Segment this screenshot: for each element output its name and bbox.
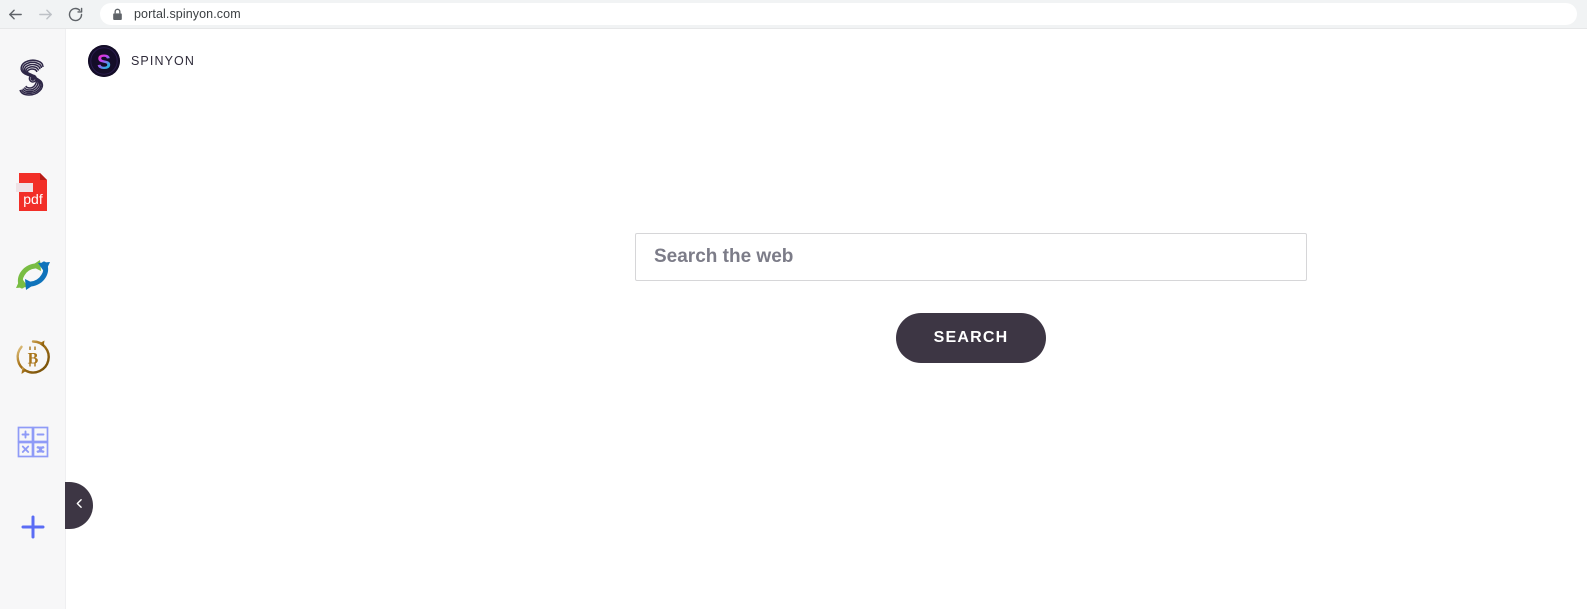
calculator-icon [17, 426, 49, 458]
sidebar-item-spinyon[interactable] [0, 51, 66, 107]
spinyon-s-badge-icon: S [88, 45, 120, 77]
brand-logo[interactable]: S SPINYON [88, 45, 195, 77]
reload-icon [67, 6, 84, 23]
sidebar: pdf B [0, 29, 93, 609]
svg-text:pdf: pdf [23, 191, 43, 207]
address-bar[interactable]: portal.spinyon.com [100, 3, 1577, 25]
spinyon-spiral-logo-icon [12, 56, 54, 102]
pdf-file-icon: pdf [16, 172, 50, 212]
chevron-left-icon [73, 497, 86, 515]
back-arrow-icon [7, 6, 24, 23]
plus-icon [20, 514, 46, 540]
sidebar-item-convert[interactable] [0, 247, 66, 303]
back-button[interactable] [0, 0, 30, 29]
reload-button[interactable] [60, 0, 90, 29]
sidebar-item-add[interactable] [0, 499, 66, 555]
svg-text:S: S [97, 51, 111, 74]
search-input[interactable] [635, 233, 1307, 281]
url-text: portal.spinyon.com [134, 7, 241, 21]
sidebar-item-bitcoin[interactable]: B [0, 329, 66, 385]
search-area: SEARCH [635, 233, 1307, 363]
brand-name: SPINYON [131, 54, 195, 68]
forward-arrow-icon [37, 6, 54, 23]
main-content: S SPINYON SEARCH [66, 29, 1587, 609]
lock-icon [112, 8, 123, 21]
page-content: pdf B S SPINYON Search the web SEARCH [0, 29, 1587, 609]
forward-button[interactable] [30, 0, 60, 29]
convert-arrows-icon [13, 255, 53, 295]
bitcoin-icon: B [14, 338, 52, 376]
sidebar-item-pdf[interactable]: pdf [0, 164, 66, 220]
sidebar-item-calculator[interactable] [0, 414, 66, 470]
browser-toolbar: portal.spinyon.com [0, 0, 1587, 29]
search-button[interactable]: SEARCH [896, 313, 1046, 363]
